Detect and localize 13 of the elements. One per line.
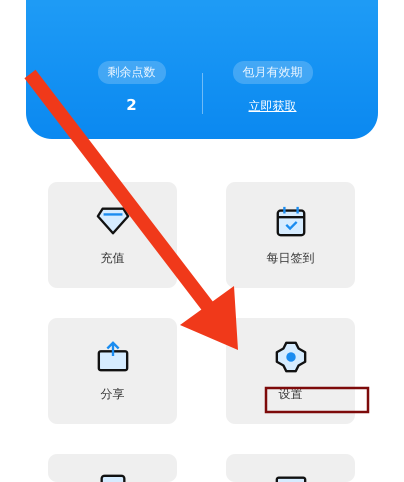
tile-label: 每日签到 xyxy=(266,250,314,267)
tile-label: 充值 xyxy=(100,250,124,267)
share-icon xyxy=(96,340,130,374)
menu-tile[interactable]: 每日签到 xyxy=(226,182,355,288)
stat-label: 包月有效期 xyxy=(232,61,312,84)
calendar-icon xyxy=(274,204,308,238)
tile-label: 分享 xyxy=(100,386,124,403)
settings-icon xyxy=(274,340,308,374)
menu-tile[interactable] xyxy=(226,454,355,482)
stat-label: 剩余点数 xyxy=(98,61,166,84)
stat-value: 2 xyxy=(126,96,137,114)
menu-tile[interactable] xyxy=(48,454,177,482)
menu-tile[interactable]: 分享 xyxy=(48,318,177,424)
